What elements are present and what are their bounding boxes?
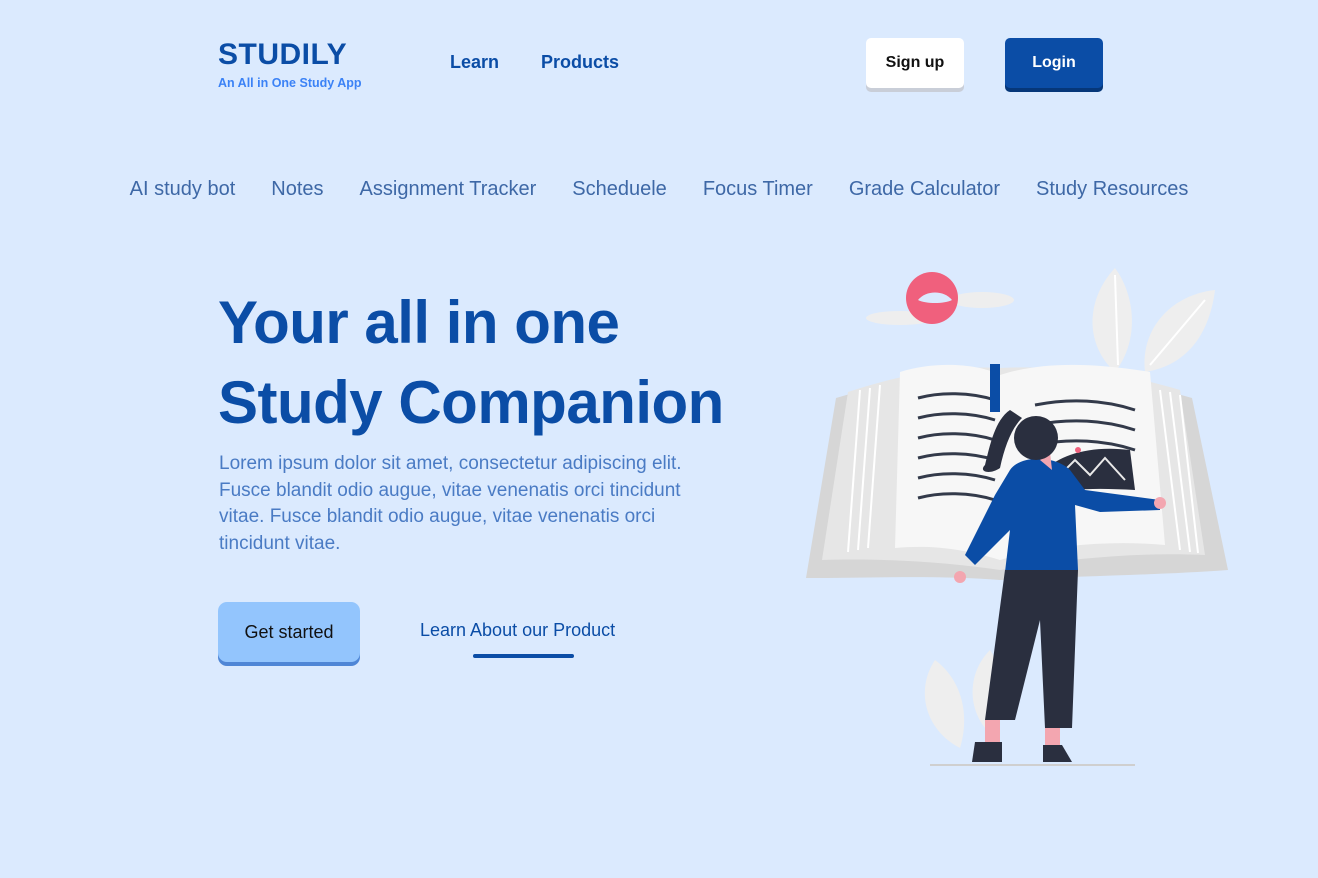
get-started-button[interactable]: Get started: [218, 602, 360, 662]
hero-title: Your all in one Study Companion: [218, 283, 778, 443]
login-button[interactable]: Login: [1005, 38, 1103, 88]
feature-schedule[interactable]: Scheduele: [572, 178, 667, 201]
feature-focus-timer[interactable]: Focus Timer: [703, 178, 813, 201]
woman-reading-giant-book-icon: [806, 268, 1228, 766]
nav-products-link[interactable]: Products: [541, 52, 619, 73]
feature-study-resources[interactable]: Study Resources: [1036, 178, 1188, 201]
brand-logo[interactable]: STUDILY An All in One Study App: [218, 38, 362, 91]
hero-title-line-2: Study Companion: [218, 369, 724, 436]
learn-link-underline: [473, 654, 574, 658]
learn-about-product-link[interactable]: Learn About our Product: [420, 620, 615, 641]
feature-assignment-tracker[interactable]: Assignment Tracker: [360, 178, 537, 201]
features-nav: AI study bot Notes Assignment Tracker Sc…: [0, 178, 1318, 201]
feature-grade-calculator[interactable]: Grade Calculator: [849, 178, 1000, 201]
brand-tagline: An All in One Study App: [218, 76, 362, 90]
hero-description: Lorem ipsum dolor sit amet, consectetur …: [219, 453, 682, 554]
feature-ai-study-bot[interactable]: AI study bot: [130, 178, 236, 201]
signup-button[interactable]: Sign up: [866, 38, 964, 88]
feature-notes[interactable]: Notes: [271, 178, 323, 201]
hero-title-line-1: Your all in one: [218, 289, 620, 356]
top-nav: Learn Products: [450, 52, 619, 73]
brand-name: STUDILY: [218, 38, 348, 71]
nav-learn-link[interactable]: Learn: [450, 52, 499, 73]
